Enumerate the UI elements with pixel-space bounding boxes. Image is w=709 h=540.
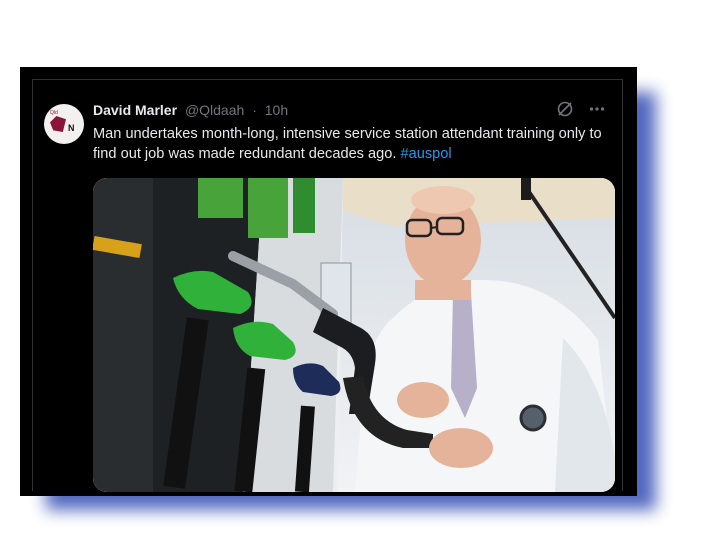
author-name[interactable]: David Marler <box>93 102 177 118</box>
header-actions <box>556 100 606 123</box>
tweet-text: Man undertakes month-long, intensive ser… <box>93 124 613 164</box>
author-handle[interactable]: @Qldaah <box>185 102 244 118</box>
tweet-photo[interactable] <box>93 178 615 492</box>
tweet-time[interactable]: 10h <box>265 102 288 118</box>
dot-separator: · <box>252 102 257 118</box>
queensland-map-icon <box>50 116 66 132</box>
avatar[interactable]: Qld N <box>44 104 84 144</box>
tweet-card: Qld N David Marler @Qldaah · 10h Man und… <box>32 79 623 492</box>
photo-man-at-fuel-pump <box>93 178 615 492</box>
tweet-screenshot: Qld N David Marler @Qldaah · 10h Man und… <box>20 67 637 496</box>
avatar-logo-text: Qld <box>50 110 58 116</box>
tweet-header: David Marler @Qldaah · 10h <box>93 102 288 118</box>
grok-icon[interactable] <box>556 100 574 123</box>
hashtag-link[interactable]: #auspol <box>401 146 452 162</box>
tweet-body: Man undertakes month-long, intensive ser… <box>93 126 602 162</box>
avatar-logo-mark: N <box>68 123 75 133</box>
more-icon[interactable] <box>588 100 606 123</box>
